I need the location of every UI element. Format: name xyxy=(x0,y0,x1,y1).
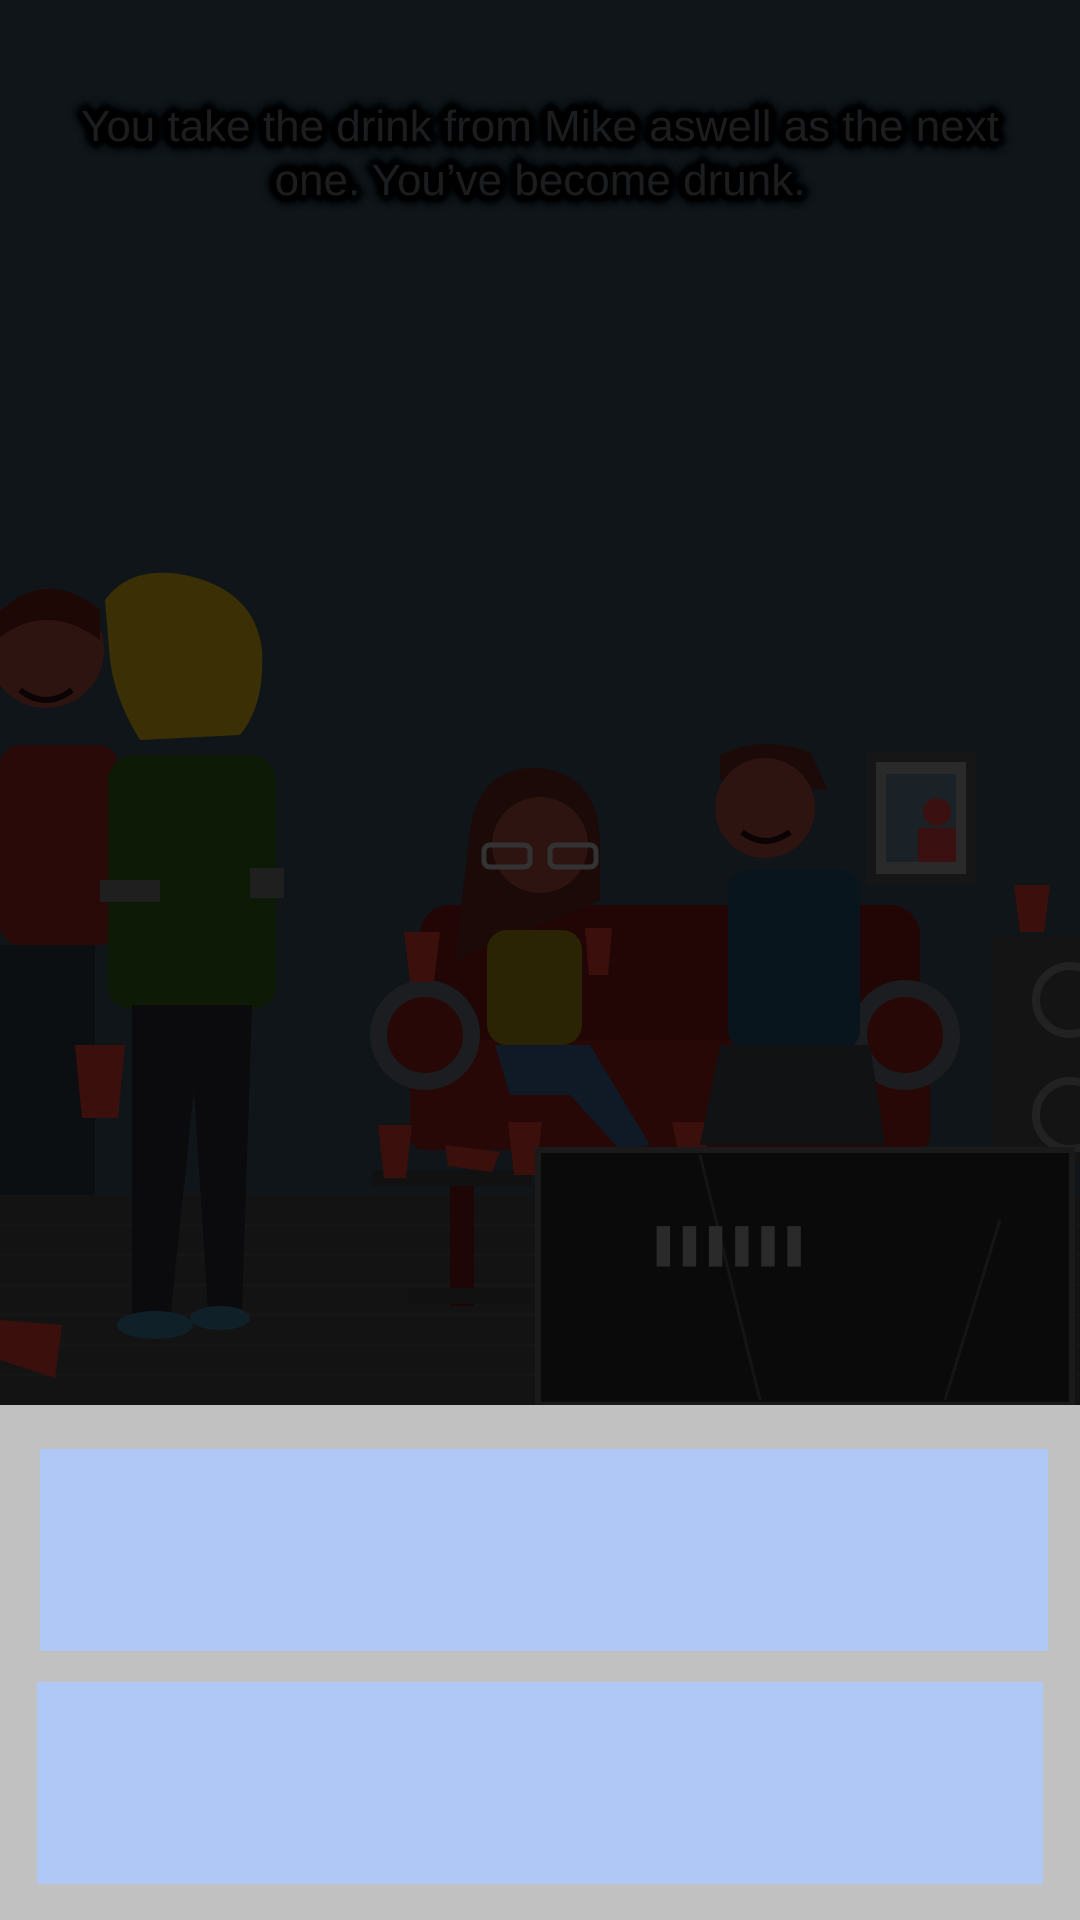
choice-panel xyxy=(0,1405,1080,1920)
tv-back-vents: ▌▌▌▌▌▌ xyxy=(656,1226,814,1267)
wall-picture-frame xyxy=(866,752,976,884)
narration-text: You take the drink from Mike aswell as t… xyxy=(81,102,999,205)
choice-button-1[interactable] xyxy=(40,1449,1048,1651)
party-scene-illustration: ▌▌▌▌▌▌ xyxy=(0,0,1080,1405)
choice-button-2[interactable] xyxy=(37,1682,1043,1884)
tv-back xyxy=(535,1147,1075,1405)
